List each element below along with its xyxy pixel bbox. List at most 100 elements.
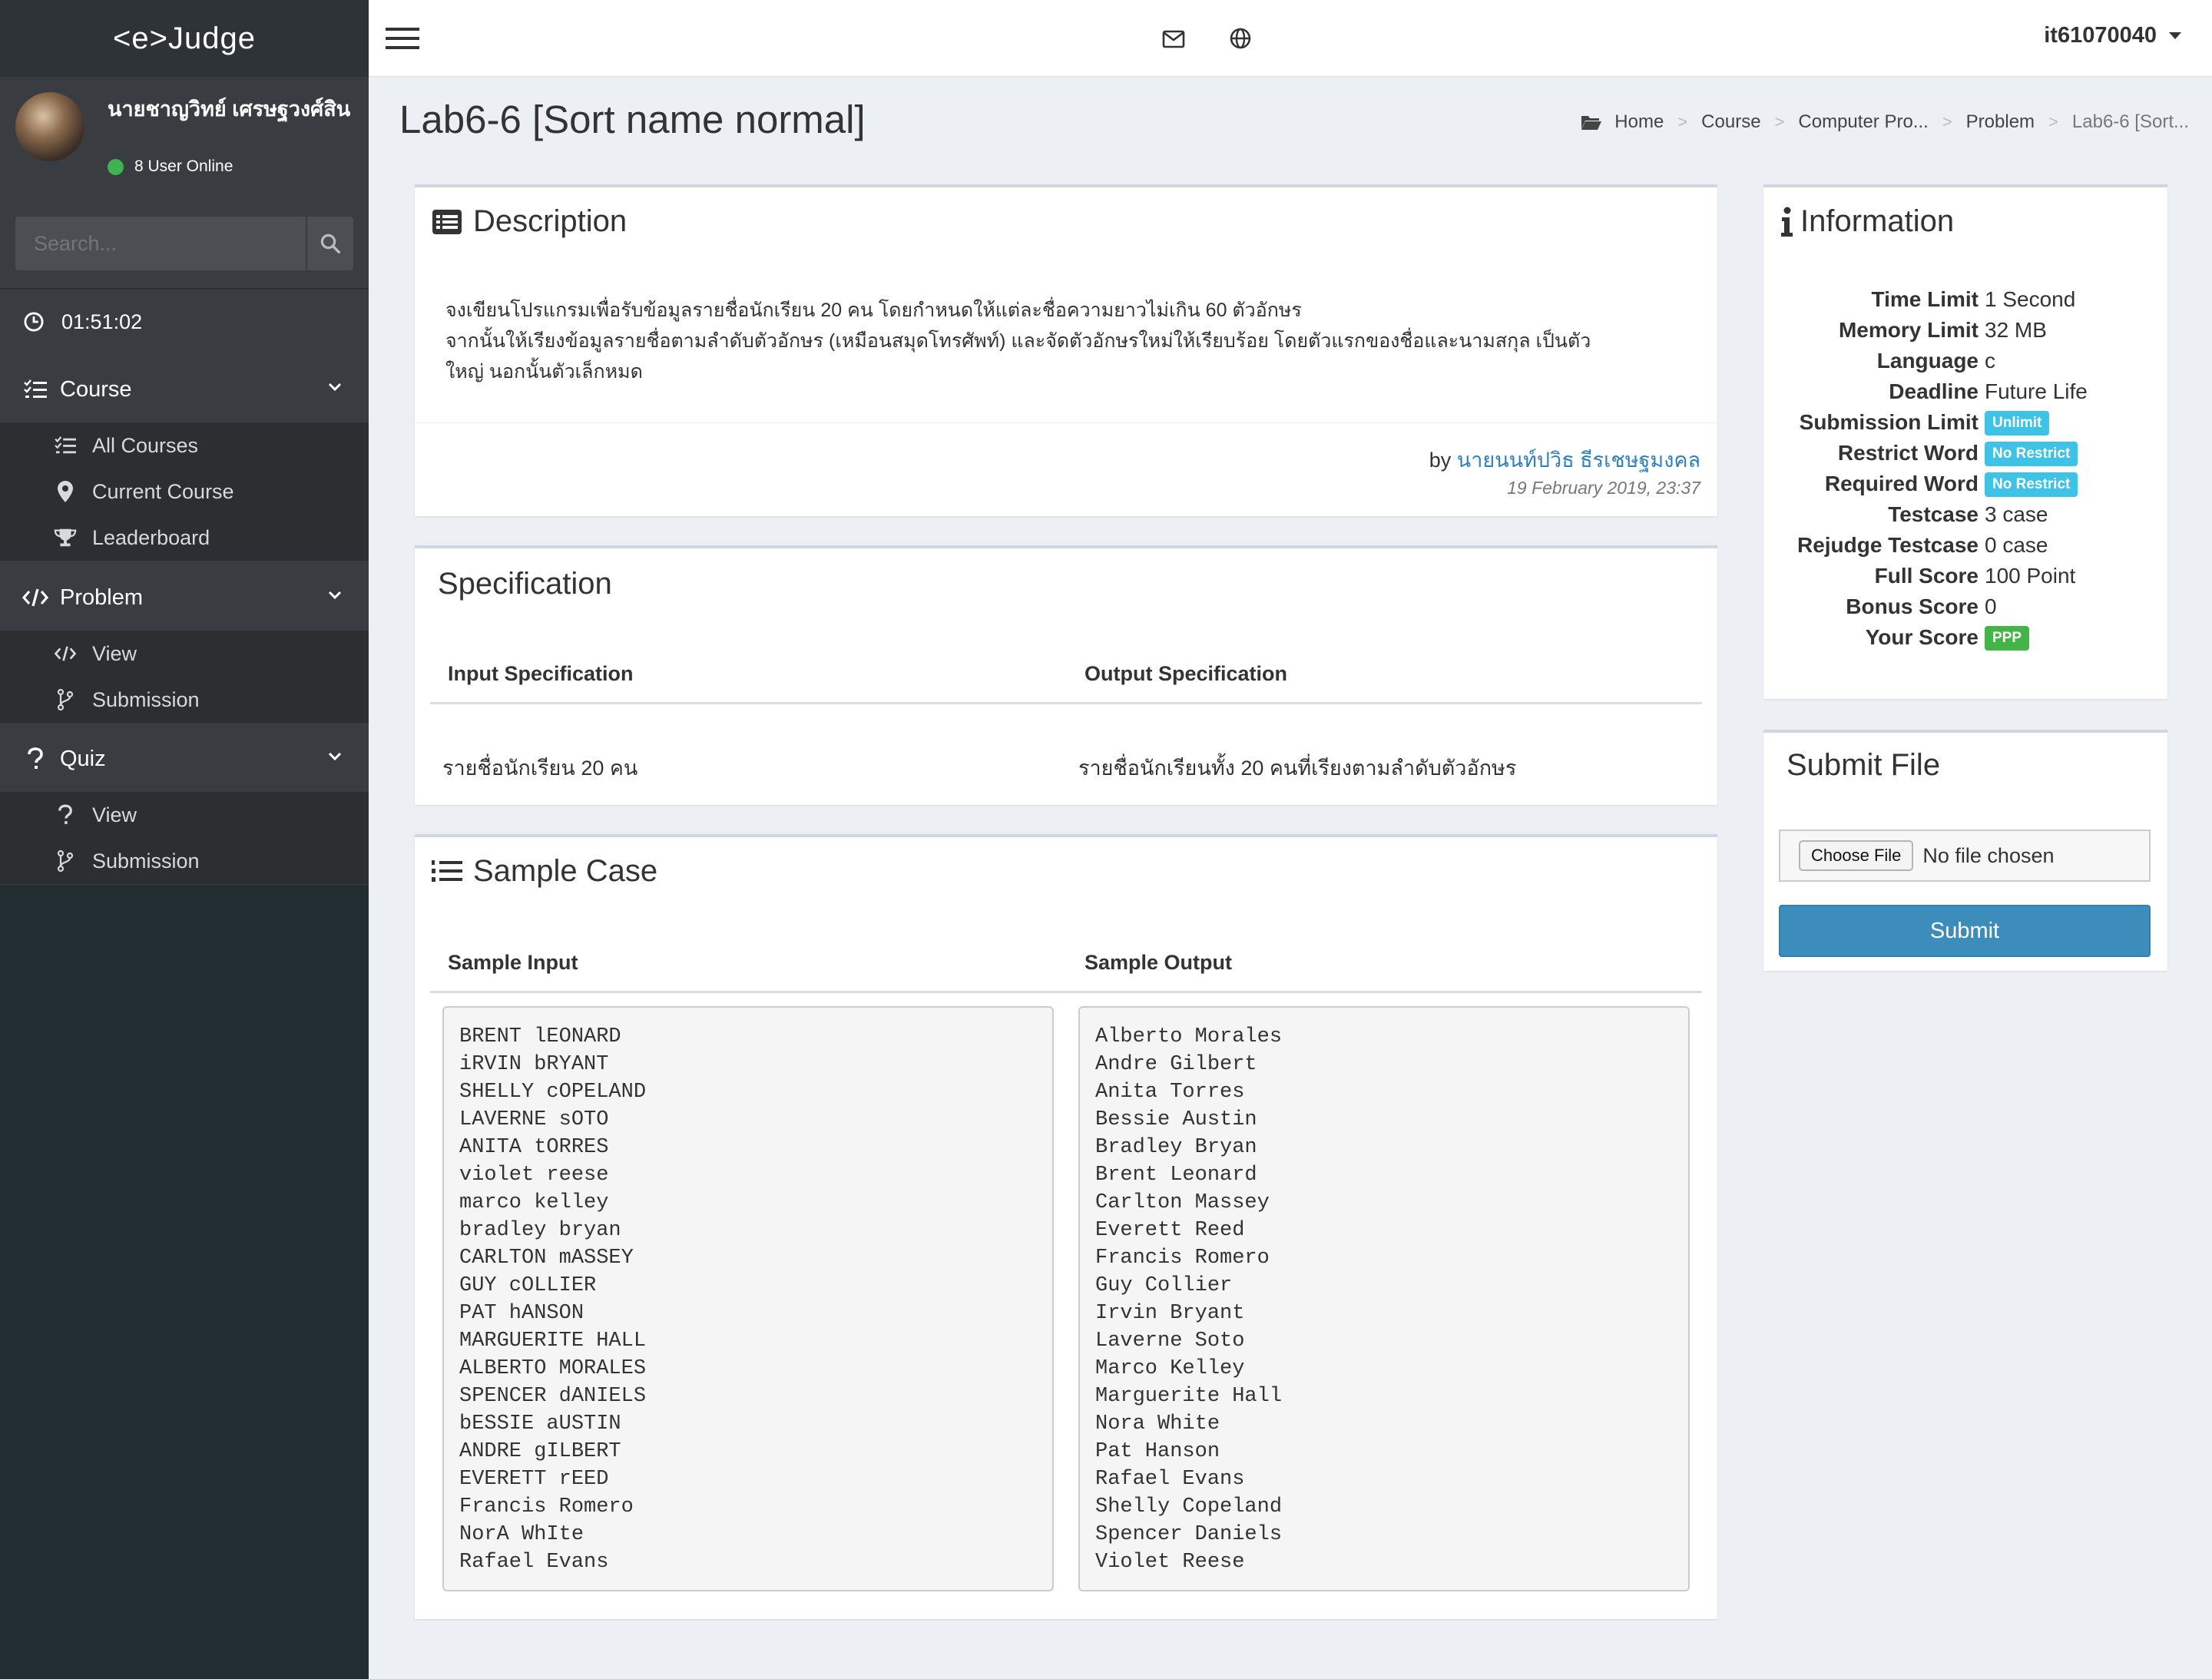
info-row: Full Score 100 Point	[1874, 564, 2076, 588]
divider	[415, 422, 1717, 423]
menu-course-header[interactable]: Course	[0, 356, 369, 422]
description-line: จากนั้นให้เรียงข้อมูลรายชื่อตามลำดับตัวอ…	[445, 330, 1591, 352]
online-count: 8 User Online	[134, 157, 233, 175]
sample-output-code[interactable]: Alberto Morales Andre Gilbert Anita Torr…	[1078, 1006, 1690, 1591]
author-link[interactable]: นายนนท์ปวิธ ธีรเชษฐมงคล	[1457, 449, 1700, 472]
sidebar-item-label: View	[92, 803, 137, 826]
breadcrumb-course[interactable]: Course	[1701, 111, 1760, 133]
input-spec-header: Input Specification	[448, 662, 634, 685]
sample-input-header: Sample Input	[448, 951, 578, 974]
code-branch-icon	[57, 849, 74, 873]
status-badge: No Restrict	[1985, 442, 2078, 466]
submit-button[interactable]: Submit	[1779, 905, 2151, 957]
menu-problem: Problem View Submission	[0, 565, 369, 723]
search-button[interactable]	[306, 217, 353, 270]
sample-input-code[interactable]: BRENT lEONARD iRVIN bRYANT SHELLY cOPELA…	[442, 1006, 1054, 1591]
sidebar-item-problem-view[interactable]: View	[0, 631, 369, 677]
output-spec-text: รายชื่อนักเรียนทั้ง 20 คนที่เรียงตามลำดั…	[1078, 757, 1517, 780]
question-icon	[58, 804, 72, 824]
description-text: จงเขียนโปรแกรมเพื่อรับข้อมูลรายชื่อนักเร…	[445, 295, 1705, 387]
user-account-menu[interactable]: it61070040	[2044, 23, 2181, 48]
sidebar-item-label: View	[92, 641, 137, 665]
file-input[interactable]: Choose File No file chosen	[1779, 830, 2151, 882]
messages-button[interactable]	[1162, 25, 1185, 52]
sample-case-heading: Sample Case	[432, 854, 657, 889]
info-row: Your Score PPP	[1751, 625, 2181, 656]
sidebar-item-leaderboard[interactable]: Leaderboard	[0, 515, 369, 561]
list-alt-icon	[432, 209, 462, 234]
sidebar-item-quiz-view[interactable]: View	[0, 792, 369, 838]
globe-icon	[1230, 28, 1251, 49]
sidebar-item-label: Leaderboard	[92, 525, 210, 549]
info-row: Time Limit 1 Second	[1871, 287, 2076, 311]
breadcrumb-home[interactable]: Home	[1614, 111, 1664, 133]
question-icon	[28, 747, 43, 769]
sidebar-toggle-button[interactable]	[386, 26, 419, 51]
list-ol-icon	[432, 859, 462, 882]
top-navbar: it61070040	[369, 0, 2212, 77]
info-row: Rejudge Testcase 0 case	[1796, 533, 2048, 557]
user-name: นายชาญวิทย์ เศรษฐวงศ์สิน	[108, 98, 351, 121]
menu-problem-label: Problem	[60, 585, 143, 610]
menu-course-label: Course	[60, 376, 132, 402]
sample-case-title: Sample Case	[473, 854, 658, 888]
info-row: Language c	[1876, 349, 1995, 373]
sidebar-item-all-courses[interactable]: All Courses	[0, 422, 369, 469]
search-icon	[320, 233, 340, 253]
score-badge: PPP	[1985, 626, 2030, 651]
breadcrumb-separator: >	[1774, 112, 1785, 131]
information-heading: Information	[1780, 204, 1954, 239]
sample-case-box: Sample Case Sample Input Sample Output B…	[415, 834, 1717, 1619]
menu-problem-sub: View Submission	[0, 631, 369, 723]
table-header-rule	[430, 702, 1702, 704]
code-icon	[54, 646, 77, 661]
info-row: Bonus Score 0	[1846, 594, 1997, 618]
posted-timestamp: 19 February 2019, 23:37	[1507, 478, 1700, 498]
breadcrumb-computer-pro[interactable]: Computer Pro...	[1798, 111, 1928, 133]
sidebar-item-label: All Courses	[92, 433, 199, 457]
folder-open-icon	[1581, 116, 1602, 130]
sidebar-item-problem-submission[interactable]: Submission	[0, 677, 369, 723]
account-name: it61070040	[2044, 23, 2157, 48]
menu-course-sub: All Courses Current Course Leaderboard	[0, 422, 369, 561]
menu-quiz-sub: View Submission	[0, 792, 369, 884]
info-row: Required Word No Restrict	[1751, 472, 2181, 502]
info-row: Deadline Future Life	[1889, 379, 2088, 403]
search-input[interactable]	[15, 217, 306, 270]
list-check-icon	[24, 379, 47, 398]
sidebar-item-label: Submission	[92, 849, 200, 873]
list-check-icon	[55, 436, 76, 454]
caret-down-icon	[2169, 32, 2181, 39]
information-box: Information Time Limit 1 Second Memory Li…	[1763, 184, 2167, 699]
output-spec-header: Output Specification	[1084, 662, 1288, 685]
info-row: Submission Limit Unlimit	[1751, 410, 2181, 441]
specification-heading: Specification	[438, 567, 612, 601]
by-prefix: by	[1429, 449, 1452, 472]
code-icon	[22, 588, 49, 607]
information-title: Information	[1800, 204, 1955, 238]
choose-file-button[interactable]: Choose File	[1799, 840, 1914, 871]
submit-file-box: Submit File Choose File No file chosen S…	[1763, 730, 2167, 971]
status-badge: Unlimit	[1985, 411, 2050, 435]
code-branch-icon	[57, 688, 74, 711]
sidebar-item-quiz-submission[interactable]: Submission	[0, 838, 369, 884]
chevron-down-icon	[328, 382, 342, 392]
breadcrumb: Home > Course > Computer Pro... > Proble…	[1581, 111, 2189, 133]
info-row: Memory Limit 32 MB	[1838, 318, 2047, 342]
language-button[interactable]	[1229, 25, 1252, 52]
sample-output-header: Sample Output	[1084, 951, 1233, 974]
menu-quiz-header[interactable]: Quiz	[0, 726, 369, 792]
description-heading: Description	[432, 204, 627, 239]
menu-problem-header[interactable]: Problem	[0, 565, 369, 631]
sidebar-item-current-course[interactable]: Current Course	[0, 469, 369, 515]
info-icon	[1781, 207, 1793, 237]
app-logo[interactable]: <e>Judge	[0, 0, 369, 77]
countdown-clock: 01:51:02	[0, 288, 369, 354]
submit-file-heading: Submit File	[1786, 748, 1941, 782]
chevron-down-icon	[328, 752, 342, 761]
breadcrumb-separator: >	[2048, 112, 2058, 131]
breadcrumb-problem[interactable]: Problem	[1966, 111, 2035, 133]
sidebar-search	[15, 217, 353, 270]
info-row: Restrict Word No Restrict	[1751, 441, 2181, 472]
breadcrumb-separator: >	[1942, 112, 1952, 131]
